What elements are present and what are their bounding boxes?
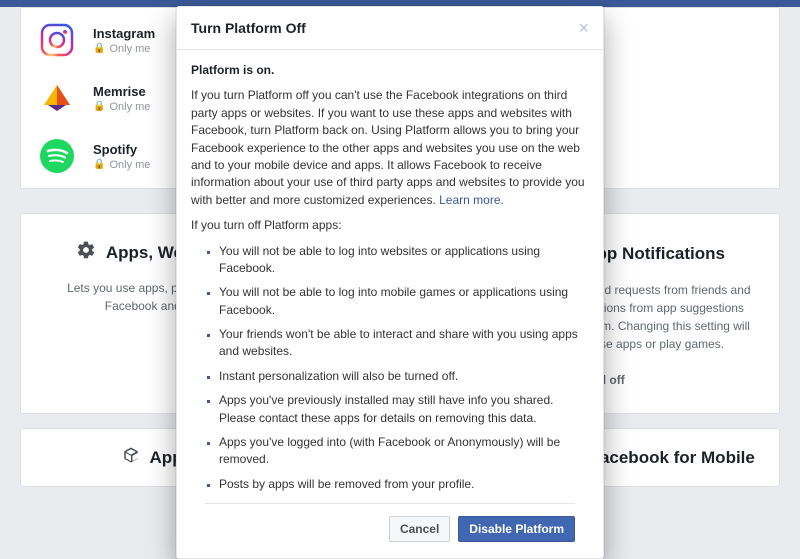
app-privacy: 🔒 Only me bbox=[93, 43, 155, 55]
lock-icon: 🔒 bbox=[93, 101, 105, 112]
app-privacy: 🔒 Only me bbox=[93, 101, 150, 113]
dialog-header: Turn Platform Off × bbox=[177, 7, 603, 50]
list-item: Your friends won't be able to interact a… bbox=[219, 326, 589, 361]
list-item: You will not be able to log into website… bbox=[219, 243, 589, 278]
intro-text: If you turn Platform off you can't use t… bbox=[191, 88, 585, 206]
app-privacy: 🔒 Only me bbox=[93, 159, 150, 171]
app-name: Spotify bbox=[93, 142, 150, 157]
app-name: Instagram bbox=[93, 26, 155, 41]
list-item: Apps you've previously installed may sti… bbox=[219, 392, 589, 427]
privacy-label: Only me bbox=[109, 43, 150, 55]
dialog-body: Platform is on. If you turn Platform off… bbox=[177, 50, 603, 558]
spotify-icon bbox=[37, 136, 77, 176]
gear-icon bbox=[76, 240, 96, 265]
dialog-title: Turn Platform Off bbox=[191, 20, 306, 36]
privacy-label: Only me bbox=[109, 159, 150, 171]
app-name: Memrise bbox=[93, 84, 150, 99]
privacy-label: Only me bbox=[109, 101, 150, 113]
dialog-footer: Cancel Disable Platform bbox=[205, 503, 575, 554]
turn-platform-off-dialog: Turn Platform Off × Platform is on. If y… bbox=[176, 6, 604, 559]
dialog-subtitle: Platform is on. bbox=[191, 62, 589, 79]
list-item: Instant personalization will also be tur… bbox=[219, 368, 589, 385]
lock-icon: 🔒 bbox=[93, 43, 105, 54]
close-icon[interactable]: × bbox=[578, 19, 589, 37]
dialog-list-intro: If you turn off Platform apps: bbox=[191, 217, 589, 234]
lock-icon: 🔒 bbox=[93, 159, 105, 170]
cancel-button[interactable]: Cancel bbox=[389, 516, 450, 542]
dialog-intro: If you turn Platform off you can't use t… bbox=[191, 87, 589, 209]
dialog-bullet-list: You will not be able to log into website… bbox=[191, 243, 589, 494]
list-item: You will not be able to log into mobile … bbox=[219, 284, 589, 319]
disable-platform-button[interactable]: Disable Platform bbox=[458, 516, 575, 542]
memrise-icon bbox=[37, 78, 77, 118]
instagram-icon bbox=[37, 20, 77, 60]
cube-icon bbox=[122, 446, 140, 469]
learn-more-link[interactable]: Learn more. bbox=[439, 193, 504, 207]
list-item: Apps you've logged into (with Facebook o… bbox=[219, 434, 589, 469]
list-item: Posts by apps will be removed from your … bbox=[219, 476, 589, 493]
